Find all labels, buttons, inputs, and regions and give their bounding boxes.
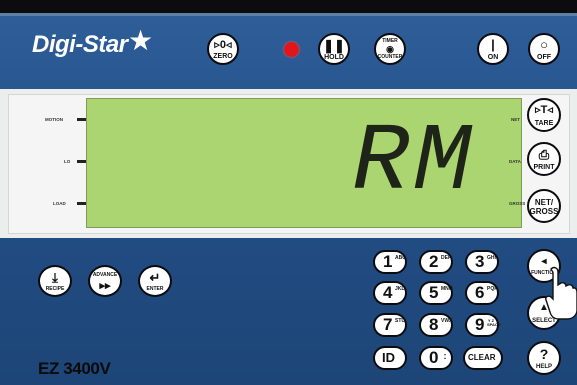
keypad-letters: JKL: [395, 286, 405, 292]
keypad-letters: :: [443, 351, 447, 361]
brand-logo: Digi-Star: [32, 31, 128, 58]
keypad-digit: 7: [383, 315, 393, 334]
power-off-icon: ○: [540, 37, 548, 52]
hold-label: HOLD: [324, 54, 344, 61]
net-label: NET/: [534, 198, 554, 207]
indicator-net: NET: [511, 117, 520, 122]
keypad-letters: Y Z SPACE: [487, 318, 501, 328]
keypad-digit: 3: [475, 252, 485, 271]
power-on-button[interactable]: | ON: [477, 33, 509, 65]
keypad-letters: STU: [395, 318, 405, 324]
top-bar: [0, 0, 577, 13]
help-icon: ?: [539, 346, 549, 362]
fast-forward-icon: ▸▸: [99, 280, 111, 292]
model-label: EZ 3400V: [38, 359, 111, 378]
counter-label: COUNTER: [377, 54, 403, 60]
keypad-key-id[interactable]: ID: [373, 346, 407, 370]
power-off-button[interactable]: ○ OFF: [528, 33, 560, 65]
enter-arrow-icon: ↵: [149, 270, 161, 285]
timer-counter-button[interactable]: TIMER ◉ COUNTER: [374, 33, 406, 65]
recipe-label: RECIPE: [45, 286, 65, 292]
net-gross-button[interactable]: NET/ GROSS: [527, 189, 561, 223]
indicator-motion-mark: [77, 118, 86, 121]
keypad-key-6[interactable]: 6 PQR: [465, 281, 499, 305]
gross-label: GROSS: [529, 207, 559, 216]
keypad-letters: DEF: [441, 255, 451, 261]
tare-button[interactable]: ▹T◃ TARE: [527, 98, 561, 132]
keypad-letters: MNO: [441, 286, 453, 292]
display-panel: MOTION LO LOAD NET DATA GROSS: [0, 89, 577, 238]
keypad-digit: 0: [429, 348, 439, 367]
print-button[interactable]: ⎙ PRINT: [527, 142, 561, 176]
indicator-lo-mark: [77, 160, 86, 163]
indicator-load: LOAD: [53, 201, 66, 206]
keypad-key-9[interactable]: 9 Y Z SPACE: [465, 313, 501, 337]
lcd-readout: RM: [352, 108, 476, 217]
keypad-digit: 5: [429, 283, 439, 302]
brand-star-icon: ★: [128, 25, 154, 56]
keypad-letters: VWX: [441, 318, 453, 324]
off-label: OFF: [537, 54, 551, 61]
pause-icon: ❚❚: [323, 38, 345, 53]
keypad-letters: PQR: [487, 286, 498, 292]
on-label: ON: [487, 54, 499, 61]
hold-button[interactable]: ❚❚ HOLD: [318, 33, 350, 65]
clear-label: CLEAR: [468, 353, 496, 362]
advance-button[interactable]: ADVANCE ▸▸: [88, 265, 122, 297]
keypad-digit: 4: [383, 283, 393, 302]
zero-indicator-led: [284, 42, 299, 57]
tare-label: TARE: [534, 120, 554, 127]
help-button[interactable]: ? HELP: [527, 341, 561, 375]
keypad-digit: ID: [382, 350, 395, 365]
keypad-key-5[interactable]: 5 MNO: [419, 281, 453, 305]
indicator-gross: GROSS: [509, 201, 526, 206]
keypad-key-1[interactable]: 1 ABC: [373, 250, 407, 274]
indicator-motion: MOTION: [45, 117, 63, 122]
enter-button[interactable]: ↵ ENTER: [138, 265, 172, 297]
power-on-icon: |: [491, 37, 495, 52]
indicator-data: DATA: [509, 159, 521, 164]
keypad-key-3[interactable]: 3 GHI: [465, 250, 499, 274]
tare-arrows-icon: ▹T◃: [535, 104, 553, 116]
recipe-button[interactable]: ⤓ RECIPE: [38, 265, 72, 297]
display-bezel: MOTION LO LOAD NET DATA GROSS: [8, 94, 570, 234]
keypad-key-4[interactable]: 4 JKL: [373, 281, 407, 305]
pointing-hand-cursor-icon: [545, 266, 577, 320]
keypad-letters: GHI: [487, 255, 496, 261]
keypad-key-7[interactable]: 7 STU: [373, 313, 407, 337]
indicator-lo: LO: [64, 159, 71, 164]
enter-label: ENTER: [146, 286, 164, 292]
scale-indicator-device: Digi-Star ★ ▹0◃ ZERO ❚❚ HOLD TIMER ◉ COU…: [0, 0, 577, 385]
keypad-digit: 2: [429, 252, 439, 271]
keypad-key-clear[interactable]: CLEAR: [463, 346, 503, 370]
recipe-icon: ⤓: [52, 270, 58, 285]
keypad-letters: ABC: [395, 255, 406, 261]
keypad-digit: 1: [383, 252, 393, 271]
timer-icon: ◉: [386, 44, 394, 54]
keypad-digit: 9: [475, 315, 485, 334]
keypad-digit: 8: [429, 315, 439, 334]
keypad-digit: 6: [475, 283, 485, 302]
printer-icon: ⎙: [538, 147, 550, 162]
keypad-key-2[interactable]: 2 DEF: [419, 250, 453, 274]
keypad-key-8[interactable]: 8 VWX: [419, 313, 453, 337]
print-label: PRINT: [533, 164, 555, 171]
help-label: HELP: [535, 364, 552, 370]
keypad-key-0[interactable]: 0 :: [419, 346, 453, 370]
advance-label: ADVANCE: [92, 272, 118, 278]
zero-label: ZERO: [213, 53, 233, 60]
zero-arrows-icon: ▹0◃: [214, 39, 232, 51]
top-bar-divider: [0, 13, 577, 16]
indicator-load-mark: [77, 202, 86, 205]
zero-button[interactable]: ▹0◃ ZERO: [207, 33, 239, 65]
